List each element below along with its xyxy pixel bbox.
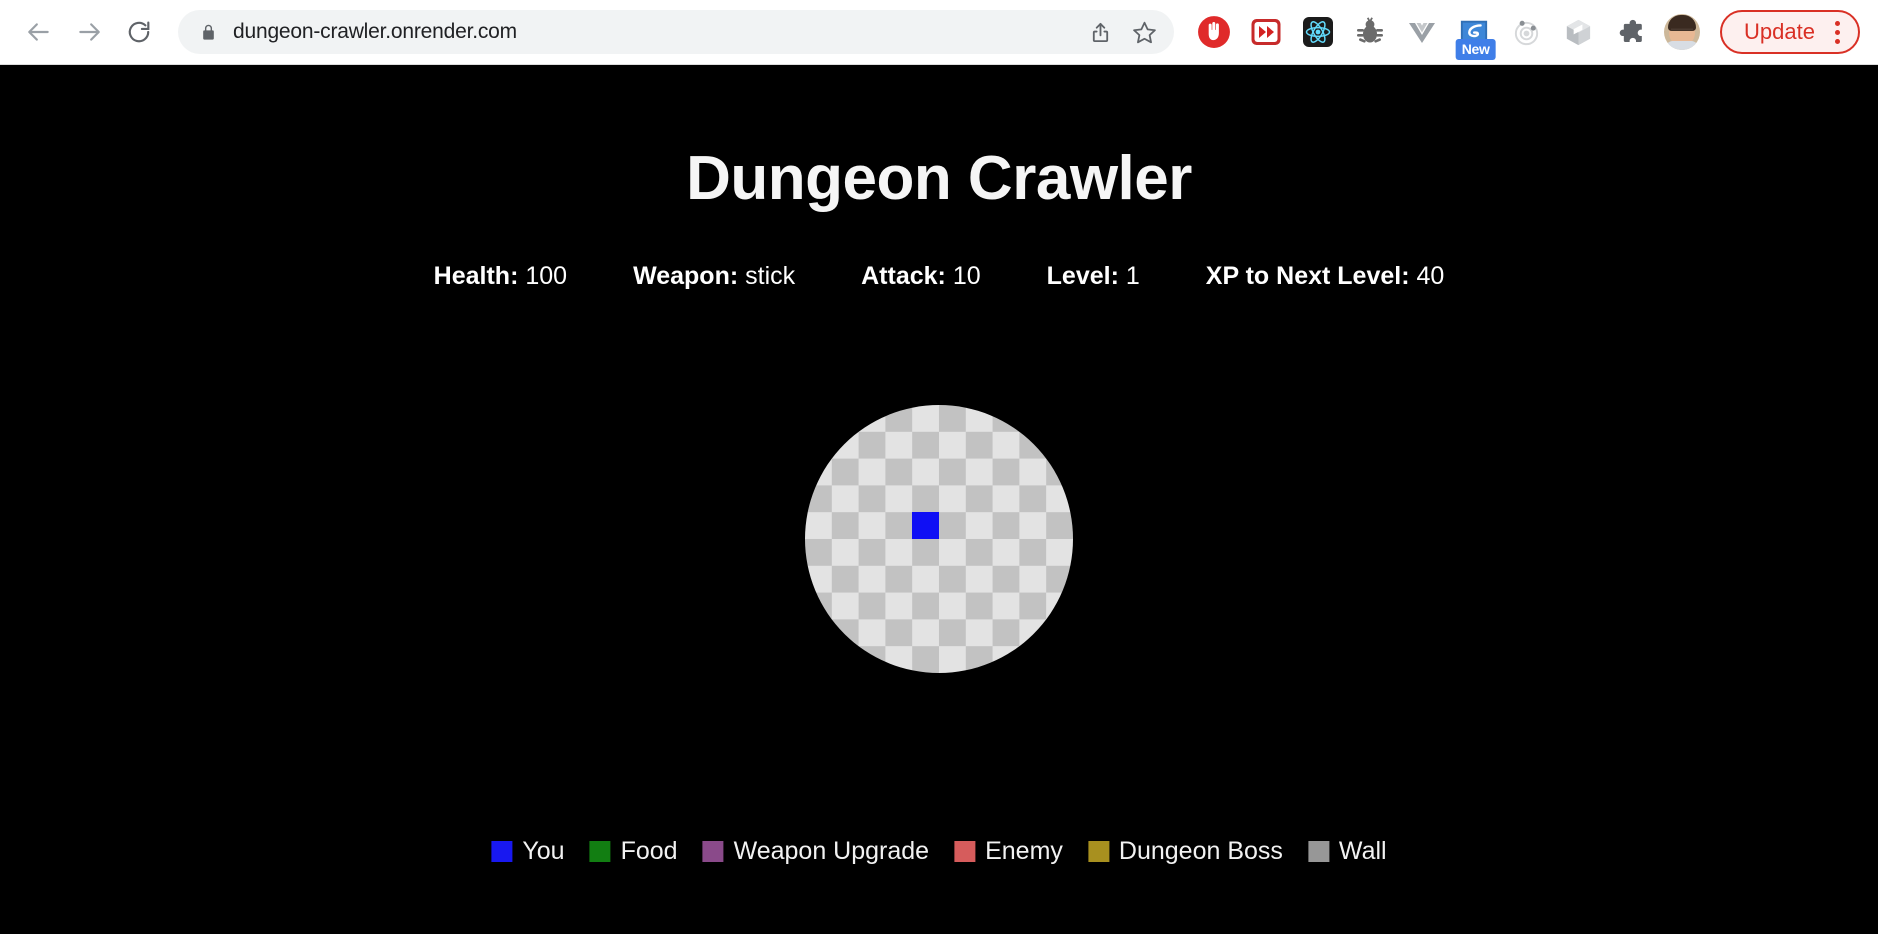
chrome-menu-button[interactable] bbox=[1831, 20, 1844, 44]
extensions-strip: New bbox=[1188, 6, 1708, 60]
orbit-extension-icon[interactable] bbox=[1500, 6, 1552, 58]
legend-swatch-wall bbox=[1307, 841, 1329, 862]
stat-xp-label: XP to Next Level: bbox=[1205, 262, 1410, 290]
extensions-puzzle-icon[interactable] bbox=[1604, 6, 1656, 58]
react-devtools-icon[interactable] bbox=[1292, 6, 1344, 58]
legend-item-food: Food bbox=[589, 837, 678, 866]
legend: You Food Weapon Upgrade Enemy Dungeon Bo… bbox=[491, 837, 1387, 866]
game-page: Dungeon Crawler Health: 100 Weapon: stic… bbox=[0, 65, 1878, 934]
vue-devtools-icon[interactable] bbox=[1396, 6, 1448, 58]
stat-attack: Attack: 10 bbox=[861, 262, 981, 291]
legend-label-food: Food bbox=[620, 837, 678, 865]
update-button[interactable]: Update bbox=[1720, 10, 1860, 54]
legend-item-wall: Wall bbox=[1307, 837, 1387, 866]
bug-extension-icon[interactable] bbox=[1344, 6, 1396, 58]
reload-icon bbox=[128, 21, 150, 43]
game-board[interactable] bbox=[805, 405, 1073, 673]
forward-arrow-icon bbox=[79, 23, 100, 41]
stat-xp: XP to Next Level: 40 bbox=[1206, 262, 1445, 291]
star-icon bbox=[1132, 21, 1156, 43]
codesandbox-extension-icon[interactable] bbox=[1552, 6, 1604, 58]
legend-swatch-you bbox=[491, 841, 513, 862]
lock-icon bbox=[200, 23, 217, 42]
stat-weapon-label: Weapon: bbox=[633, 262, 739, 290]
scribe-extension-icon[interactable]: New bbox=[1448, 6, 1500, 60]
stat-health-label: Health: bbox=[433, 262, 519, 290]
stat-level-label: Level: bbox=[1046, 262, 1119, 290]
stat-weapon: Weapon: stick bbox=[633, 262, 795, 291]
scribe-new-badge: New bbox=[1455, 39, 1496, 60]
stat-level-value: 1 bbox=[1125, 262, 1140, 290]
stat-health-value: 100 bbox=[525, 262, 568, 290]
stat-attack-value: 10 bbox=[952, 262, 981, 290]
legend-item-you: You bbox=[491, 837, 565, 866]
legend-label-dungeon-boss: Dungeon Boss bbox=[1118, 837, 1283, 865]
stats-bar: Health: 100 Weapon: stick Attack: 10 Lev… bbox=[434, 262, 1445, 291]
player-token bbox=[912, 512, 939, 539]
legend-item-enemy: Enemy bbox=[954, 837, 1063, 866]
legend-swatch-enemy bbox=[954, 841, 976, 862]
legend-label-wall: Wall bbox=[1338, 837, 1387, 865]
legend-item-dungeon-boss: Dungeon Boss bbox=[1087, 837, 1283, 866]
avatar[interactable] bbox=[1656, 6, 1708, 58]
legend-label-you: You bbox=[522, 837, 565, 865]
address-bar[interactable]: dungeon-crawler.onrender.com bbox=[178, 10, 1175, 54]
update-button-label: Update bbox=[1744, 19, 1815, 44]
bookmark-button[interactable] bbox=[1122, 10, 1166, 54]
video-speed-extension-icon[interactable] bbox=[1240, 6, 1292, 58]
legend-swatch-weapon-upgrade bbox=[702, 841, 724, 862]
page-title: Dungeon Crawler bbox=[686, 144, 1192, 213]
stat-level: Level: 1 bbox=[1047, 262, 1140, 291]
back-button[interactable] bbox=[14, 7, 64, 57]
game-board-wrapper bbox=[805, 405, 1073, 673]
url-text[interactable]: dungeon-crawler.onrender.com bbox=[233, 20, 1078, 44]
legend-swatch-food bbox=[589, 841, 611, 862]
stat-weapon-value: stick bbox=[745, 262, 796, 290]
legend-item-weapon-upgrade: Weapon Upgrade bbox=[702, 837, 930, 866]
browser-toolbar: dungeon-crawler.onrender.com New Update bbox=[0, 0, 1878, 65]
legend-swatch-dungeon-boss bbox=[1087, 841, 1109, 862]
profile-avatar-image bbox=[1664, 14, 1701, 50]
legend-label-weapon-upgrade: Weapon Upgrade bbox=[733, 837, 930, 865]
reload-button[interactable] bbox=[114, 7, 164, 57]
legend-label-enemy: Enemy bbox=[985, 837, 1063, 865]
stat-attack-label: Attack: bbox=[861, 262, 946, 290]
share-icon bbox=[1092, 22, 1108, 42]
forward-button[interactable] bbox=[64, 7, 114, 57]
back-arrow-icon bbox=[28, 23, 49, 41]
stat-health: Health: 100 bbox=[434, 262, 567, 291]
share-button[interactable] bbox=[1078, 10, 1122, 54]
adblock-extension-icon[interactable] bbox=[1188, 6, 1240, 58]
stat-xp-value: 40 bbox=[1416, 262, 1445, 290]
